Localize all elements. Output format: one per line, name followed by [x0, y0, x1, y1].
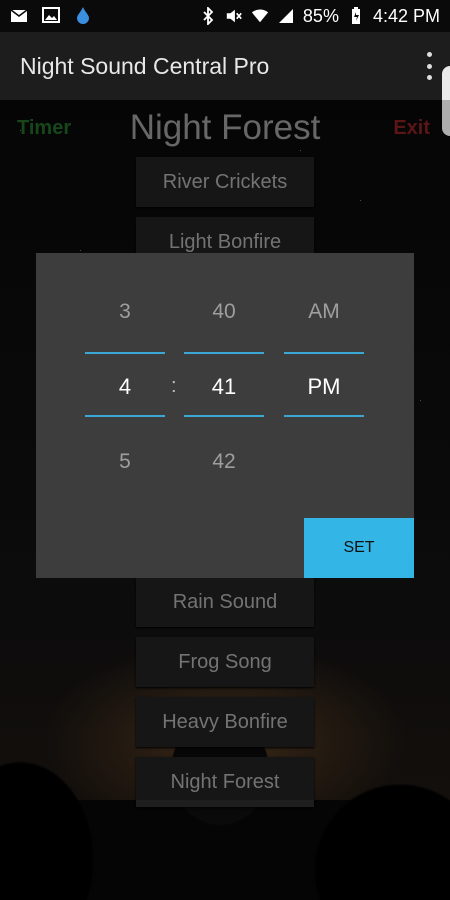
mute-icon: [225, 7, 243, 25]
app-title: Night Sound Central Pro: [20, 53, 270, 79]
ampm-current[interactable]: PM: [284, 374, 364, 400]
hour-current[interactable]: 4: [85, 374, 165, 400]
app-bar: Night Sound Central Pro: [0, 32, 450, 100]
time-separator: :: [171, 375, 177, 397]
status-bar: 85% 4:42 PM: [0, 0, 450, 32]
hour-divider-top: [85, 352, 165, 354]
minute-next[interactable]: 42: [184, 450, 264, 474]
minute-divider-top: [184, 352, 264, 354]
minute-divider-bottom: [184, 415, 264, 417]
mail-check-icon: [10, 6, 28, 24]
hour-next[interactable]: 5: [85, 450, 165, 474]
hour-prev[interactable]: 3: [85, 300, 165, 324]
minute-current[interactable]: 41: [184, 374, 264, 400]
bluetooth-icon: [199, 7, 217, 25]
overflow-menu-icon[interactable]: [424, 52, 434, 80]
ampm-divider-bottom: [284, 415, 364, 417]
minute-prev[interactable]: 40: [184, 300, 264, 324]
signal-icon: [277, 7, 295, 25]
wifi-icon: [251, 7, 269, 25]
ampm-prev[interactable]: AM: [284, 300, 364, 324]
time-picker-dialog: 3 4 5 : 40 41 42 AM PM SET: [36, 253, 414, 578]
ampm-divider-top: [284, 352, 364, 354]
battery-icon: [347, 7, 365, 25]
hour-divider-bottom: [85, 415, 165, 417]
battery-percent: 85%: [302, 5, 339, 26]
water-drop-icon: [74, 6, 92, 24]
set-button[interactable]: SET: [304, 518, 414, 578]
image-icon: [42, 6, 60, 24]
status-time: 4:42 PM: [372, 5, 440, 26]
